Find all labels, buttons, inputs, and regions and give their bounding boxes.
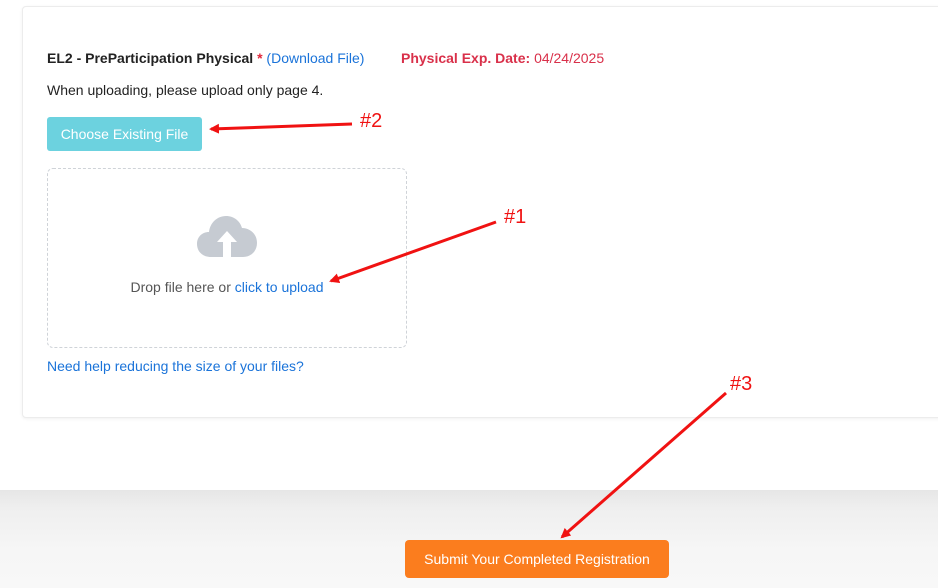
expiration-date: Physical Exp. Date: 04/24/2025 xyxy=(401,50,604,66)
download-file-link[interactable]: (Download File) xyxy=(266,50,364,66)
required-marker: * xyxy=(257,50,263,66)
annotation-label-1: #1 xyxy=(504,206,527,228)
cloud-upload-icon xyxy=(197,216,257,257)
expiration-value: 04/24/2025 xyxy=(534,50,605,66)
document-upload-card: EL2 - PreParticipation Physical * (Downl… xyxy=(22,6,938,418)
drop-file-text: Drop file here or xyxy=(130,279,231,295)
annotation-label-3: #3 xyxy=(730,373,753,395)
annotation-label-2: #2 xyxy=(360,110,383,132)
file-size-help-link[interactable]: Need help reducing the size of your file… xyxy=(47,358,304,374)
dropzone-text: Drop file here or click to upload xyxy=(48,279,406,295)
expiration-label: Physical Exp. Date: xyxy=(401,50,531,66)
submit-registration-button[interactable]: Submit Your Completed Registration xyxy=(405,540,669,578)
click-to-upload-link[interactable]: click to upload xyxy=(235,279,324,295)
document-header: EL2 - PreParticipation Physical * (Downl… xyxy=(47,50,364,66)
choose-existing-file-button[interactable]: Choose Existing File xyxy=(47,117,202,151)
upload-instruction: When uploading, please upload only page … xyxy=(47,82,324,98)
file-dropzone[interactable]: Drop file here or click to upload xyxy=(47,168,407,348)
document-title: EL2 - PreParticipation Physical xyxy=(47,50,254,66)
